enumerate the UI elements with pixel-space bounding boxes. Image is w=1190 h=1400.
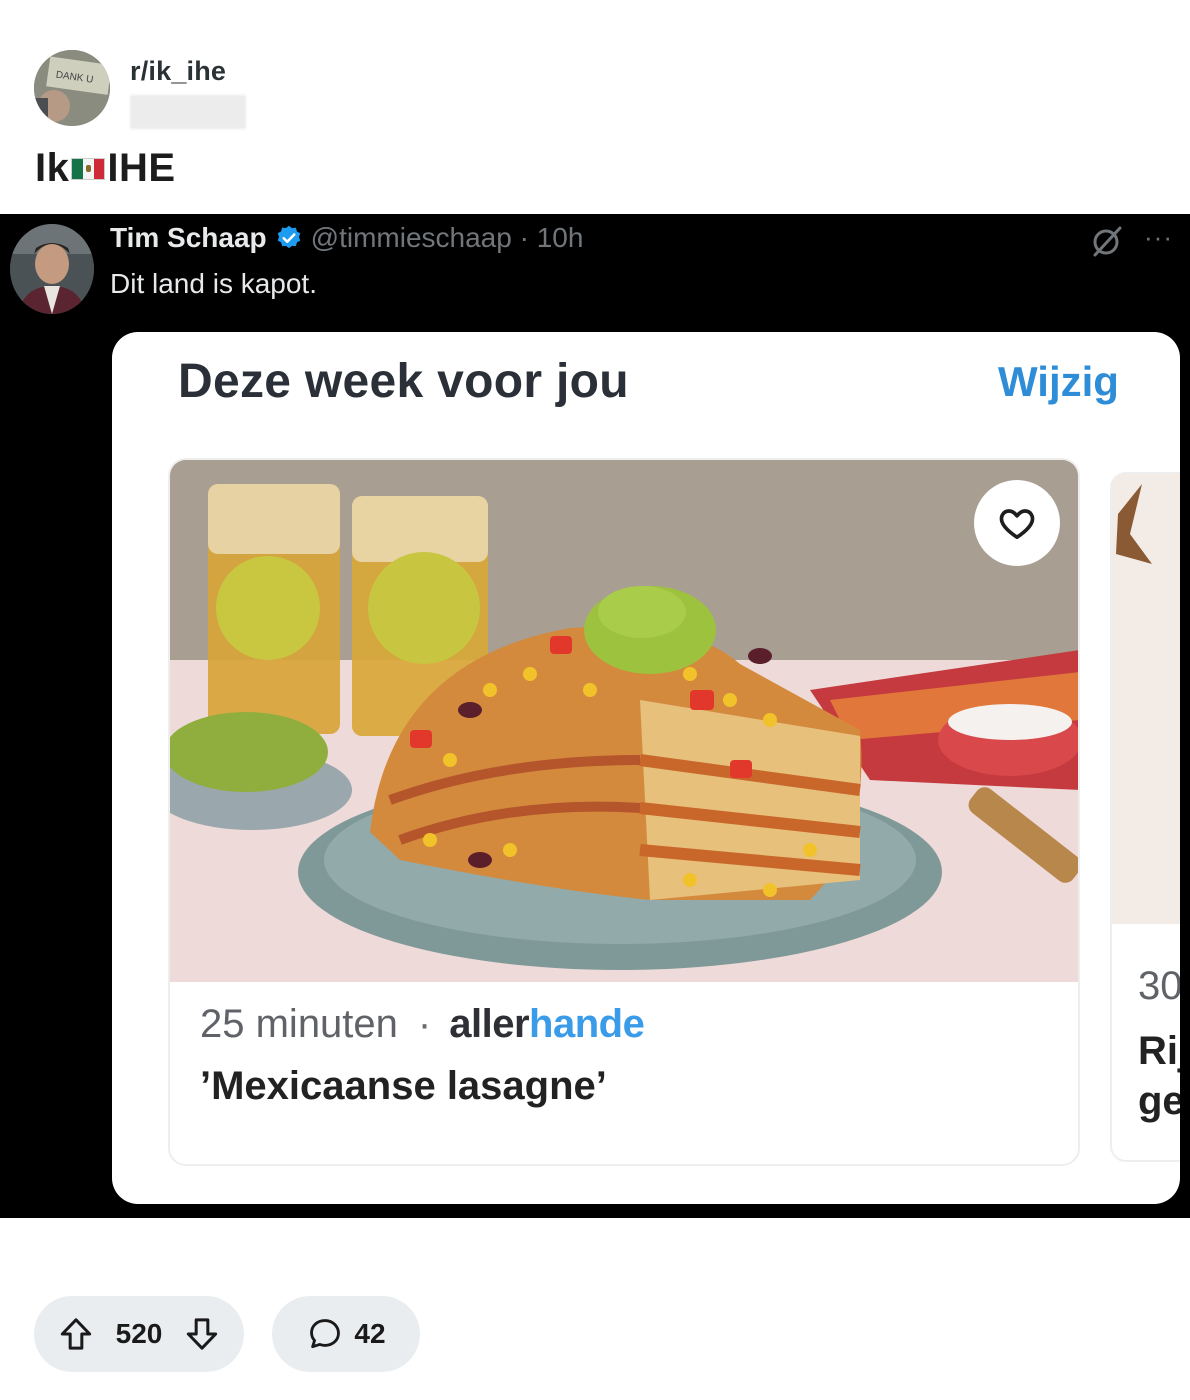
tweet-author-avatar	[10, 224, 94, 314]
post-title-prefix: Ik	[35, 146, 70, 190]
subreddit-avatar[interactable]: DANK U	[34, 50, 110, 126]
brand-logo-part-1: aller	[449, 1002, 530, 1046]
vote-count: 520	[115, 1318, 163, 1349]
recipe-meta: 25 minuten · aller hande	[200, 1002, 645, 1047]
tweet-header: Tim Schaap @timmieschaap · 10h	[110, 222, 583, 254]
heart-icon	[997, 503, 1037, 543]
tweet-author-name[interactable]: Tim Schaap	[110, 222, 267, 254]
mexico-flag-icon	[71, 157, 106, 180]
post-timestamp-blurred	[130, 95, 246, 129]
comments-button[interactable]: 42	[272, 1296, 420, 1372]
favorite-button[interactable]	[974, 480, 1060, 566]
card-title: Deze week voor jou	[178, 355, 629, 408]
recipe-tile[interactable]: 25 minuten · aller hande ’Mexicaanse lasa…	[168, 458, 1080, 1166]
recipe-photo-partial	[1112, 474, 1180, 924]
tweet-text: Dit land is kapot.	[110, 268, 317, 299]
tweet-handle-time: @timmieschaap · 10h	[310, 222, 584, 253]
upvote-icon[interactable]	[56, 1314, 96, 1354]
post-actions: 520 42	[34, 1296, 420, 1372]
recipe-duration-partial: 30	[1138, 964, 1180, 1008]
recipe-suggestions-card: Deze week voor jou Wijzig 25 minuten · a…	[112, 332, 1180, 1204]
recipe-photo	[170, 460, 1078, 982]
more-options-icon[interactable]: ···	[1144, 222, 1173, 253]
recipe-name: ’Mexicaanse lasagne’	[200, 1064, 607, 1108]
vote-pill: 520	[34, 1296, 244, 1372]
grok-icon[interactable]	[1090, 224, 1124, 263]
downvote-icon[interactable]	[182, 1314, 222, 1354]
comment-count: 42	[354, 1318, 386, 1349]
tweet-screenshot[interactable]: Tim Schaap @timmieschaap · 10h Dit land …	[0, 214, 1190, 1218]
post-title[interactable]: Ik IHE	[35, 146, 176, 191]
brand-logo-part-2: hande	[529, 1002, 645, 1046]
subreddit-name[interactable]: r/ik_ihe	[130, 56, 246, 87]
comment-bubble-icon	[306, 1315, 344, 1353]
post-header: DANK U r/ik_ihe	[34, 50, 246, 129]
verified-badge-icon	[275, 224, 303, 252]
edit-link[interactable]: Wijzig	[998, 358, 1119, 406]
meta-separator: ·	[417, 1002, 432, 1046]
post-title-suffix: IHE	[107, 146, 176, 190]
recipe-name-partial: Rij ge	[1138, 1029, 1180, 1123]
recipe-tile-partial[interactable]: 30 Rij ge	[1110, 472, 1180, 1162]
recipe-duration: 25 minuten	[200, 1002, 398, 1046]
